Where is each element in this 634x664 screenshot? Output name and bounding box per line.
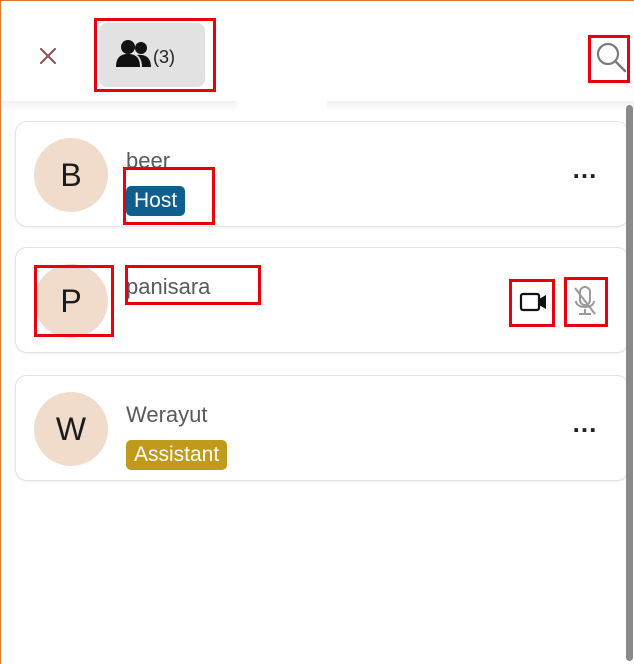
role-badge-assistant: Assistant	[126, 440, 228, 470]
search-button[interactable]	[593, 37, 629, 77]
avatar: W	[34, 392, 108, 466]
avatar: P	[34, 264, 108, 338]
more-options-button[interactable]: ...	[564, 410, 606, 436]
camera-toggle-button[interactable]	[516, 288, 552, 318]
participants-panel: (3) B beer Host ... P panisara W Werayut…	[0, 0, 634, 664]
search-icon	[596, 42, 627, 73]
scrollbar[interactable]	[626, 105, 633, 661]
microphone-toggle-button[interactable]	[568, 282, 602, 320]
close-icon	[39, 47, 57, 65]
people-icon	[116, 40, 151, 67]
participant-card[interactable]: W Werayut Assistant ...	[15, 375, 629, 481]
participant-name: beer	[126, 148, 171, 173]
participant-card[interactable]: P panisara	[15, 247, 629, 353]
participant-name: Werayut	[126, 402, 208, 427]
avatar: B	[34, 138, 108, 212]
more-options-button[interactable]: ...	[564, 156, 606, 182]
close-button[interactable]	[35, 43, 61, 69]
role-badge-host: Host	[126, 186, 186, 216]
header-notch	[237, 99, 327, 121]
microphone-muted-icon	[574, 286, 596, 315]
participant-card[interactable]: B beer Host ...	[15, 121, 629, 227]
participant-count: (3)	[153, 47, 175, 67]
video-camera-icon	[519, 292, 546, 312]
panel-header: (3)	[1, 1, 634, 101]
tab-participants[interactable]: (3)	[99, 23, 205, 87]
participant-name: panisara	[126, 274, 211, 299]
